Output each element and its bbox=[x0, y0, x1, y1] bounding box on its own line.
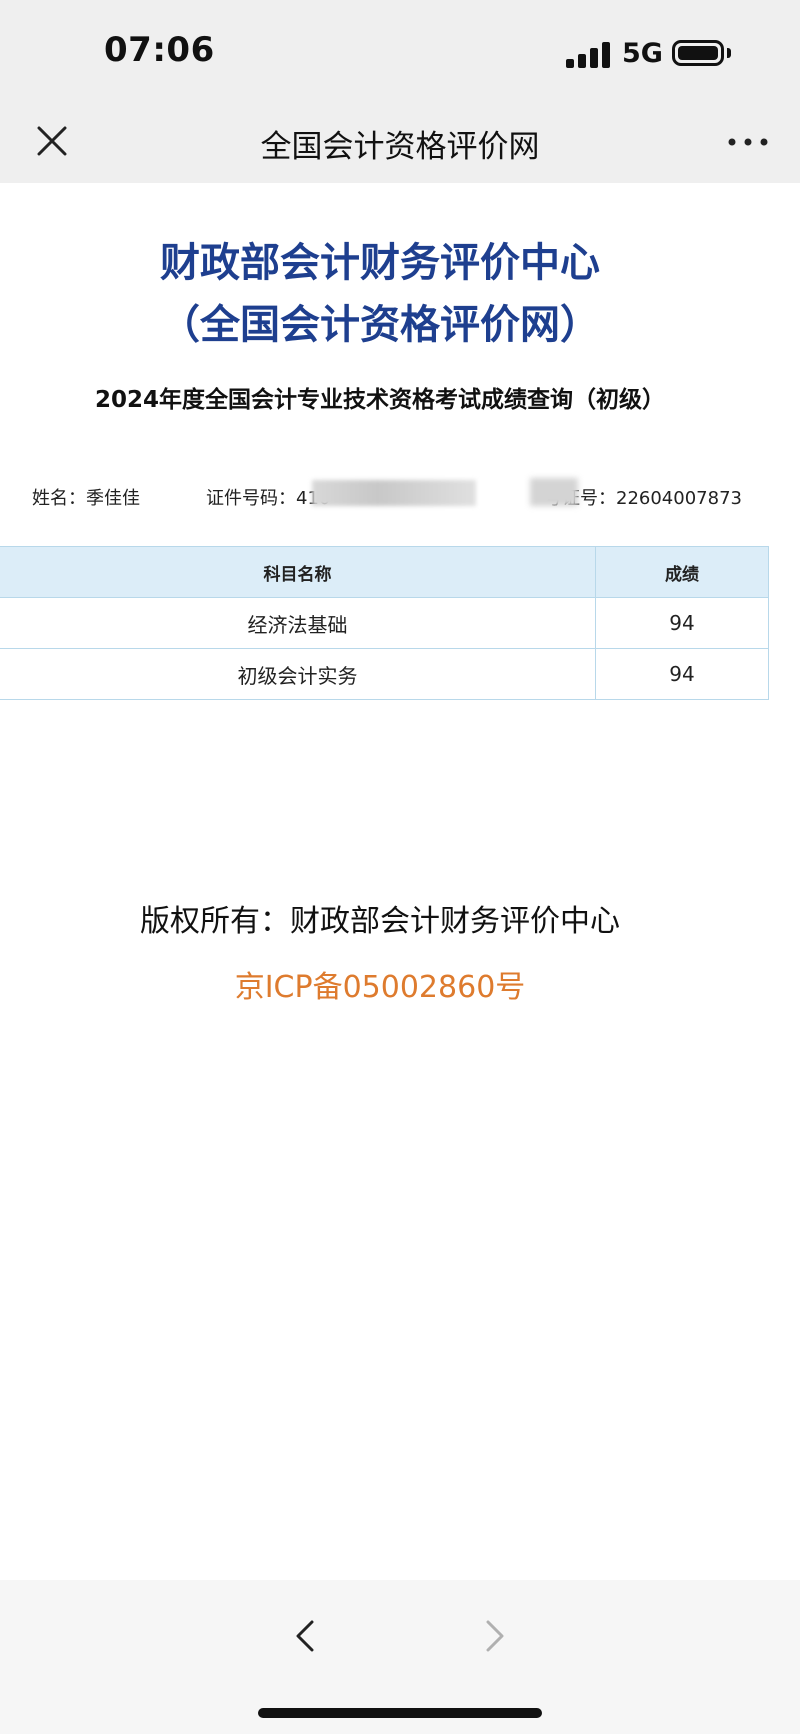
network-type: 5G bbox=[622, 38, 663, 69]
table-row: 经济法基础 94 bbox=[0, 597, 769, 649]
forward-button[interactable] bbox=[472, 1614, 516, 1658]
redacted-ticket-label bbox=[530, 478, 578, 506]
site-title-line2: （全国会计资格评价网） bbox=[160, 302, 600, 348]
subject-cell: 初级会计实务 bbox=[0, 648, 596, 700]
exam-heading: 2024年度全国会计专业技术资格考试成绩查询（初级） bbox=[94, 387, 665, 413]
battery-icon bbox=[672, 40, 724, 66]
more-icon bbox=[728, 138, 768, 146]
nav-title: 全国会计资格评价网 bbox=[260, 129, 540, 165]
table-row: 初级会计实务 94 bbox=[0, 648, 769, 700]
site-title: 财政部会计财务评价中心 （全国会计资格评价网） bbox=[0, 232, 760, 356]
id-label: 证件号码： bbox=[206, 488, 296, 509]
nav-bar: 全国会计资格评价网 bbox=[0, 105, 800, 183]
score-table: 科目名称 成绩 经济法基础 94 初级会计实务 94 bbox=[0, 546, 769, 700]
redacted-id bbox=[312, 480, 476, 506]
bottom-toolbar bbox=[0, 1580, 800, 1734]
icp-link[interactable]: 京ICP备05002860号 bbox=[0, 962, 760, 1006]
site-title-line1: 财政部会计财务评价中心 bbox=[160, 240, 600, 286]
score-cell: 94 bbox=[595, 648, 769, 700]
score-cell: 94 bbox=[595, 597, 769, 649]
battery-tip bbox=[727, 48, 731, 58]
status-time: 07:06 bbox=[104, 30, 215, 70]
copyright-text: 版权所有：财政部会计财务评价中心 bbox=[140, 904, 620, 939]
status-bar: 07:06 5G bbox=[0, 0, 800, 105]
back-icon bbox=[296, 1620, 314, 1652]
forward-icon bbox=[486, 1620, 504, 1652]
more-button[interactable] bbox=[724, 127, 772, 157]
candidate-name: 姓名：季佳佳 bbox=[32, 484, 140, 510]
home-indicator[interactable] bbox=[258, 1708, 542, 1718]
subject-cell: 经济法基础 bbox=[0, 597, 596, 649]
header-subject: 科目名称 bbox=[0, 546, 596, 598]
name-label: 姓名： bbox=[32, 488, 86, 509]
table-header-row: 科目名称 成绩 bbox=[0, 546, 769, 598]
back-button[interactable] bbox=[284, 1614, 328, 1658]
header-score: 成绩 bbox=[595, 546, 769, 598]
signal-icon bbox=[566, 42, 610, 68]
ticket-value: 22604007873 bbox=[616, 488, 742, 509]
name-value: 季佳佳 bbox=[86, 488, 140, 509]
